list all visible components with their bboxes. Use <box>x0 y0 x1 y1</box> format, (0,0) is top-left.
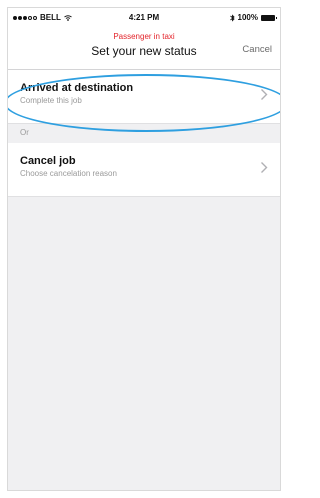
cancel-job-option[interactable]: Cancel job Choose cancelation reason <box>8 143 280 197</box>
chevron-right-icon <box>261 89 268 100</box>
arrived-at-destination-option[interactable]: Arrived at destination Complete this job <box>8 70 280 124</box>
status-bar: BELL 4:21 PM 100% <box>8 8 280 26</box>
option-title: Arrived at destination <box>20 82 134 94</box>
page-title: Set your new status <box>91 44 197 58</box>
battery-icon <box>261 14 277 21</box>
status-right: 100% <box>229 13 277 22</box>
option-subtitle: Choose cancelation reason <box>20 169 117 178</box>
battery-label: 100% <box>237 13 258 22</box>
nav-subtitle: Passenger in taxi <box>113 32 175 41</box>
section-label: Or <box>20 128 29 137</box>
chevron-right-icon <box>261 162 268 173</box>
bluetooth-icon <box>229 13 235 22</box>
phone-screen: BELL 4:21 PM 100% Passenger in taxi Set … <box>7 7 281 491</box>
option-subtitle: Complete this job <box>20 96 82 105</box>
cancel-button[interactable]: Cancel <box>242 44 272 55</box>
nav-bar: Passenger in taxi Set your new status Ca… <box>8 26 280 70</box>
option-title: Cancel job <box>20 155 76 167</box>
